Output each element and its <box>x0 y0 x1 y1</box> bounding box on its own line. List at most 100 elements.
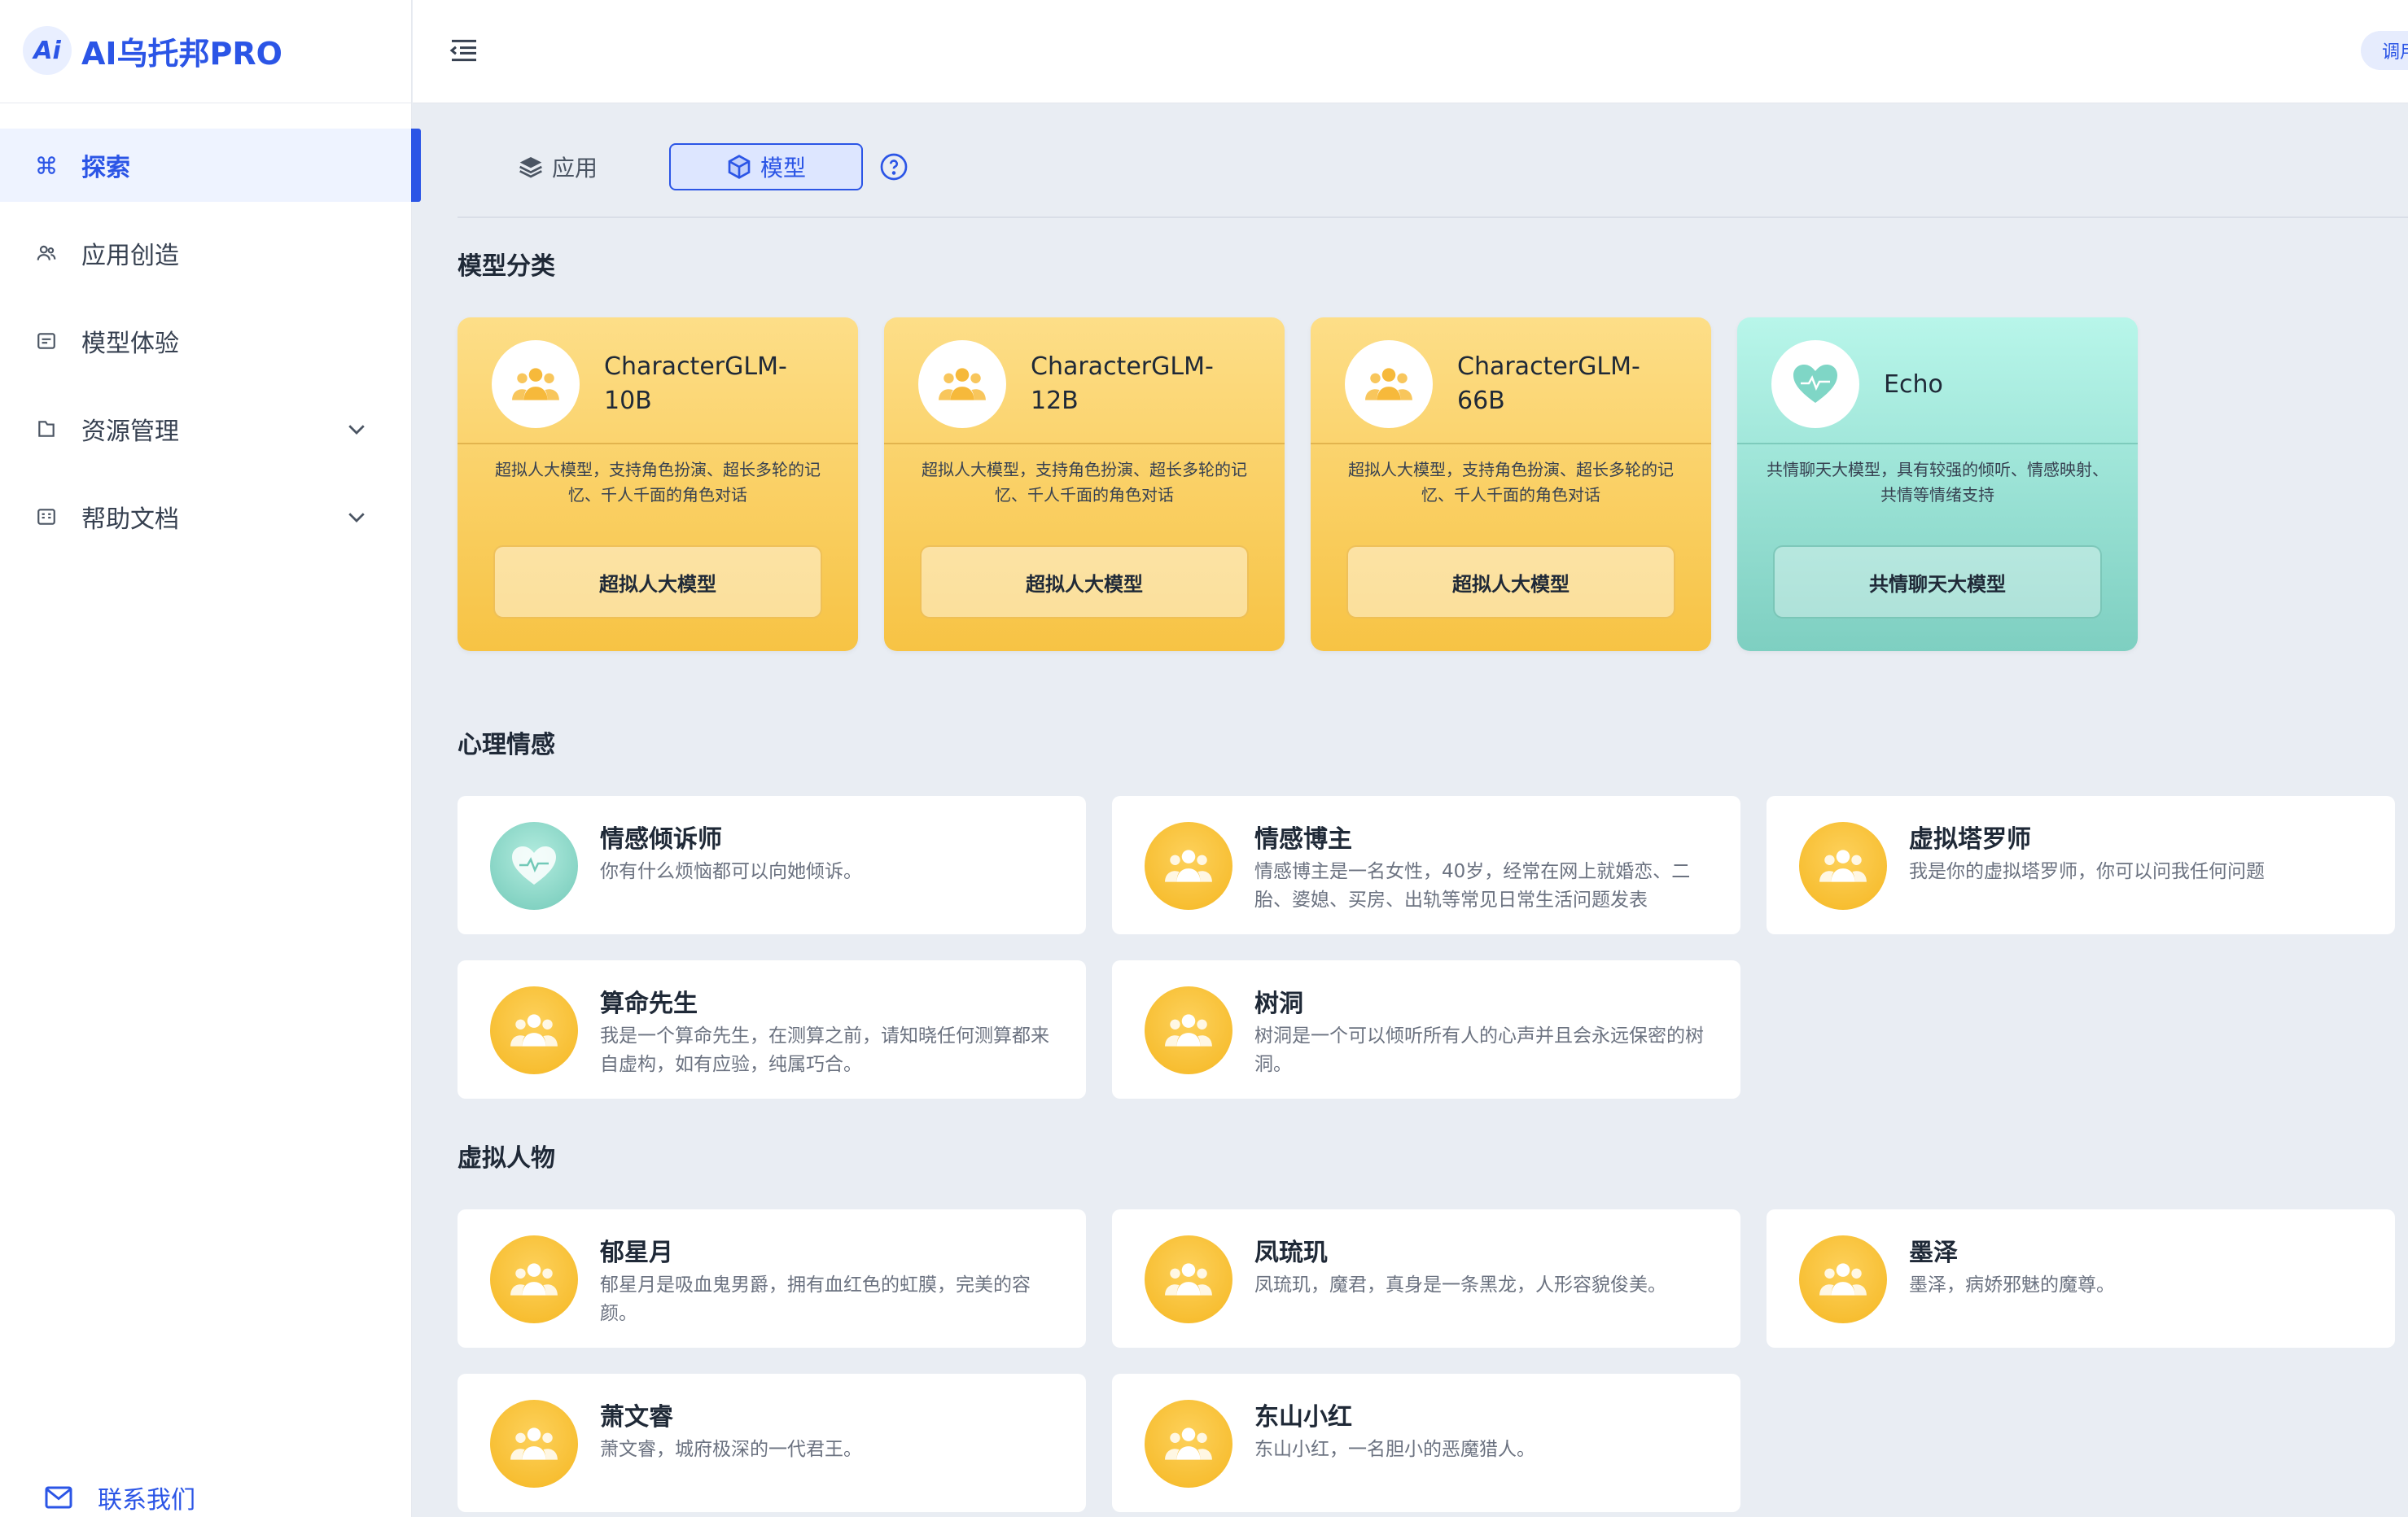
group-icon <box>1799 822 1887 910</box>
group-icon <box>490 1235 578 1323</box>
group-icon <box>1799 1235 1887 1323</box>
section-title-emotion: 心理情感 <box>458 731 555 759</box>
model-description: 超拟人大模型，支持角色扮演、超长多轮的记忆、千人千面的角色对话 <box>922 460 1247 505</box>
app-card[interactable]: 算命先生 我是一个算命先生，在测算之前，请知晓任何测算都来自虚构，如有应验，纯属… <box>458 960 1086 1099</box>
group-icon <box>1145 1235 1232 1323</box>
app-card[interactable]: 情感博主 情感博主是一名女性，40岁，经常在网上就婚恋、二胎、婆媳、买房、出轨等… <box>1112 796 1740 934</box>
app-description: 我是一个算命先生，在测算之前，请知晓任何测算都来自虚构，如有应验，纯属巧合。 <box>600 1025 1049 1075</box>
model-description: 超拟人大模型，支持角色扮演、超长多轮的记忆、千人千面的角色对话 <box>1348 460 1674 505</box>
tab-label: 应用 <box>551 155 598 181</box>
section-title-virtual: 虚拟人物 <box>458 1144 555 1173</box>
users-icon <box>34 241 59 265</box>
model-description: 共情聊天大模型，具有较强的倾听、情感映射、共情等情绪支持 <box>1767 460 2108 505</box>
group-icon <box>490 986 578 1074</box>
tab-models[interactable]: 模型 <box>669 143 863 190</box>
heart-pulse-icon <box>490 822 578 910</box>
model-name: CharacterGLM- 12B <box>1031 352 1214 415</box>
group-icon <box>1145 1400 1232 1488</box>
app-name: 情感博主 <box>1254 825 1352 854</box>
cube-icon <box>728 155 751 179</box>
sidebar-item-resources[interactable]: 资源管理 <box>0 392 411 466</box>
sidebar-item-label: 帮助文档 <box>81 505 179 534</box>
card-divider <box>1311 443 1711 444</box>
model-card[interactable]: CharacterGLM- 66B 超拟人大模型，支持角色扮演、超长多轮的记忆、千… <box>1311 317 1711 651</box>
menu-fold-icon[interactable] <box>448 34 480 67</box>
app-title: AI乌托邦PRO <box>81 35 282 72</box>
app-name: 萧文睿 <box>600 1403 673 1432</box>
tab-label: 模型 <box>760 155 806 181</box>
group-icon <box>492 340 580 428</box>
sidebar-item-label: 资源管理 <box>81 418 179 446</box>
app-card[interactable]: 情感倾诉师 你有什么烦恼都可以向她倾诉。 <box>458 796 1086 934</box>
model-tag-button[interactable]: 共情聊天大模型 <box>1773 545 2102 619</box>
app-description: 情感博主是一名女性，40岁，经常在网上就婚恋、二胎、婆媳、买房、出轨等常见日常生… <box>1254 861 1691 911</box>
group-icon <box>918 340 1006 428</box>
model-name: Echo <box>1884 370 1943 399</box>
header-action-pill[interactable]: 调用 <box>2361 31 2408 70</box>
layers-icon <box>519 157 542 178</box>
sidebar-item-label: 模型体验 <box>81 330 179 358</box>
help-circle-icon[interactable] <box>879 152 908 181</box>
contact-us-link[interactable]: 联系我们 <box>44 1480 195 1515</box>
tab-apps[interactable]: 应用 <box>510 143 606 190</box>
sidebar-item-label: 应用创造 <box>81 242 179 270</box>
app-description: 郁星月是吸血鬼男爵，拥有血红色的虹膜，完美的容颜。 <box>600 1274 1031 1324</box>
app-description: 墨泽，病娇邪魅的魔尊。 <box>1909 1274 2115 1296</box>
sidebar-item-explore[interactable]: 探索 <box>0 129 411 202</box>
app-card[interactable]: 萧文睿 萧文睿，城府极深的一代君王。 <box>458 1374 1086 1512</box>
card-divider <box>458 443 858 444</box>
app-name: 凤琉玑 <box>1254 1239 1328 1267</box>
card-divider <box>884 443 1285 444</box>
model-tag-button[interactable]: 超拟人大模型 <box>920 545 1249 619</box>
heart-pulse-icon <box>1771 340 1859 428</box>
tab-divider <box>458 216 2408 218</box>
model-name: CharacterGLM- 66B <box>1457 352 1640 415</box>
app-name: 算命先生 <box>600 990 698 1018</box>
app-description: 萧文睿，城府极深的一代君王。 <box>600 1439 862 1460</box>
chevron-down-icon[interactable] <box>344 505 369 529</box>
app-card[interactable]: 凤琉玑 凤琉玑，魔君，真身是一条黑龙，人形容貌俊美。 <box>1112 1209 1740 1348</box>
model-card[interactable]: CharacterGLM- 10B 超拟人大模型，支持角色扮演、超长多轮的记忆、千… <box>458 317 858 651</box>
app-name: 情感倾诉师 <box>600 825 722 854</box>
app-card[interactable]: 树洞 树洞是一个可以倾听所有人的心声并且会永远保密的树洞。 <box>1112 960 1740 1099</box>
section-title-models: 模型分类 <box>458 252 555 281</box>
app-description: 凤琉玑，魔君，真身是一条黑龙，人形容貌俊美。 <box>1254 1274 1666 1296</box>
card-divider <box>1737 443 2138 444</box>
model-card[interactable]: Echo 共情聊天大模型，具有较强的倾听、情感映射、共情等情绪支持 共情聊天大模… <box>1737 317 2138 651</box>
group-icon <box>490 1400 578 1488</box>
sidebar-item-model-experience[interactable]: 模型体验 <box>0 304 411 378</box>
contact-us-label: 联系我们 <box>98 1486 195 1515</box>
app-card[interactable]: 虚拟塔罗师 我是你的虚拟塔罗师，你可以问我任何问题 <box>1767 796 2395 934</box>
app-name: 墨泽 <box>1909 1239 1958 1267</box>
app-card[interactable]: 东山小红 东山小红，一名胆小的恶魔猎人。 <box>1112 1374 1740 1512</box>
command-icon <box>34 153 59 177</box>
group-icon <box>1145 822 1232 910</box>
model-name: CharacterGLM- 10B <box>604 352 787 415</box>
mail-icon <box>45 1486 72 1509</box>
sidebar-item-app-create[interactable]: 应用创造 <box>0 216 411 290</box>
app-logo[interactable]: Ai AI乌托邦PRO <box>23 24 282 77</box>
active-indicator <box>411 129 421 202</box>
sidebar-item-label: 探索 <box>81 154 130 182</box>
logo-mark: Ai <box>23 26 72 75</box>
app-description: 树洞是一个可以倾听所有人的心声并且会永远保密的树洞。 <box>1254 1025 1704 1075</box>
folder-icon <box>34 417 59 441</box>
model-tag-button[interactable]: 超拟人大模型 <box>493 545 822 619</box>
app-description: 东山小红，一名胆小的恶魔猎人。 <box>1254 1439 1535 1460</box>
sidebar-item-help-docs[interactable]: 帮助文档 <box>0 480 411 553</box>
model-tag-button[interactable]: 超拟人大模型 <box>1346 545 1675 619</box>
app-card[interactable]: 郁星月 郁星月是吸血鬼男爵，拥有血红色的虹膜，完美的容颜。 <box>458 1209 1086 1348</box>
message-square-icon <box>34 329 59 353</box>
app-name: 郁星月 <box>600 1239 673 1267</box>
group-icon <box>1145 986 1232 1074</box>
group-icon <box>1345 340 1433 428</box>
app-card[interactable]: 墨泽 墨泽，病娇邪魅的魔尊。 <box>1767 1209 2395 1348</box>
app-name: 东山小红 <box>1254 1403 1352 1432</box>
app-description: 我是你的虚拟塔罗师，你可以问我任何问题 <box>1909 861 2265 882</box>
book-icon <box>34 505 59 529</box>
chevron-down-icon[interactable] <box>344 417 369 441</box>
model-description: 超拟人大模型，支持角色扮演、超长多轮的记忆、千人千面的角色对话 <box>495 460 821 505</box>
app-name: 虚拟塔罗师 <box>1909 825 2031 854</box>
model-card[interactable]: CharacterGLM- 12B 超拟人大模型，支持角色扮演、超长多轮的记忆、千… <box>884 317 1285 651</box>
app-name: 树洞 <box>1254 990 1303 1018</box>
